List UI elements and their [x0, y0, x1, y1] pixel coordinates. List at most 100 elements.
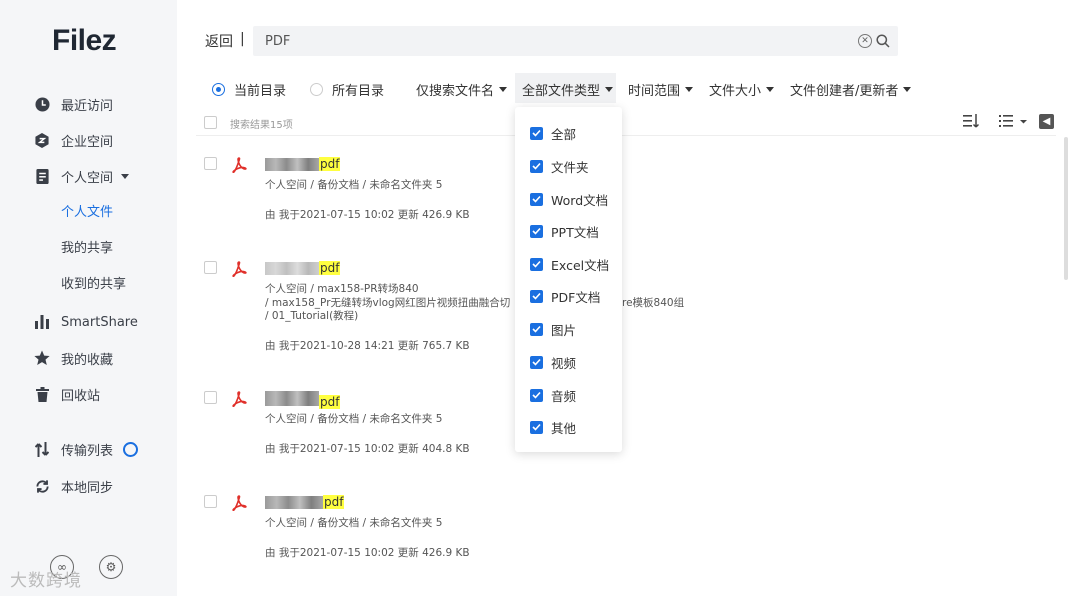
- file-path[interactable]: 个人空间 / 备份文档 / 未命名文件夹 5: [265, 412, 442, 426]
- file-type-option-audio[interactable]: 音频: [530, 387, 577, 404]
- file-path[interactable]: / max158_Pr无缝转场vlog网红图片视频扭曲融合切: [265, 296, 510, 310]
- checkbox-checked-icon: [530, 192, 543, 206]
- bar-chart-icon: [34, 314, 50, 330]
- radio-current-dir[interactable]: 当前目录: [212, 80, 287, 99]
- select-all-checkbox[interactable]: [204, 116, 217, 129]
- filter-label: 仅搜索文件名: [416, 83, 495, 99]
- sidebar-item-transfer[interactable]: 传输列表: [34, 437, 139, 461]
- file-path[interactable]: 个人空间 / 备份文档 / 未命名文件夹 5: [265, 178, 442, 192]
- sidebar-item-label: 回收站: [61, 388, 101, 404]
- file-path-tail[interactable]: re模板840组: [622, 296, 684, 310]
- file-name[interactable]: pdf: [265, 261, 341, 275]
- caret-down-icon: [685, 86, 694, 92]
- search-icon[interactable]: [876, 33, 890, 52]
- radio-label: 当前目录: [234, 83, 287, 99]
- list-divider: [196, 135, 1056, 136]
- radio-label: 所有目录: [332, 83, 385, 99]
- filter-label: 全部文件类型: [522, 83, 601, 99]
- checkbox-checked-icon: [530, 322, 543, 336]
- file-type-option-word[interactable]: Word文档: [530, 191, 609, 208]
- sidebar-item-label: SmartShare: [61, 314, 138, 330]
- sidebar-item-label: 最近访问: [61, 98, 114, 114]
- pdf-file-icon: [231, 261, 247, 278]
- sidebar-item-local-sync[interactable]: 本地同步: [34, 474, 113, 498]
- option-label: 音频: [551, 388, 577, 404]
- file-meta: 由 我于2021-10-28 14:21 更新 765.7 KB: [265, 340, 470, 352]
- caret-down-icon: [605, 86, 614, 92]
- checkbox-checked-icon: [530, 388, 543, 402]
- clock-icon: [34, 96, 50, 112]
- file-type-option-other[interactable]: 其他: [530, 419, 576, 436]
- file-type-option-pdf[interactable]: PDF文档: [530, 288, 600, 305]
- pdf-file-icon: [231, 495, 247, 512]
- row-checkbox[interactable]: [204, 495, 217, 508]
- caret-down-icon: [766, 86, 775, 92]
- radio-all-dirs[interactable]: 所有目录: [310, 80, 385, 99]
- list-scrollbar[interactable]: [1064, 137, 1068, 280]
- filter-file-type[interactable]: 全部文件类型: [522, 80, 614, 99]
- checkbox-checked-icon: [530, 126, 543, 140]
- option-label: 文件夹: [551, 159, 589, 175]
- file-type-option-video[interactable]: 视频: [530, 354, 577, 371]
- transfer-icon: [34, 441, 50, 457]
- file-name[interactable]: pdf: [265, 495, 345, 509]
- sidebar-subitem-personal-files[interactable]: 个人文件: [61, 201, 113, 225]
- search-input[interactable]: [265, 32, 845, 50]
- list-view-icon[interactable]: [999, 114, 1027, 132]
- file-path[interactable]: 个人空间 / 备份文档 / 未命名文件夹 5: [265, 516, 442, 530]
- enterprise-icon: [34, 132, 50, 148]
- checkbox-checked-icon: [530, 224, 543, 238]
- sidebar-item-smartshare[interactable]: SmartShare: [34, 310, 138, 334]
- option-label: Word文档: [551, 192, 609, 208]
- trash-icon: [34, 386, 50, 402]
- collapse-panel-icon[interactable]: ◀: [1039, 114, 1054, 129]
- file-meta: 由 我于2021-07-15 10:02 更新 426.9 KB: [265, 547, 470, 559]
- filter-creator[interactable]: 文件创建者/更新者: [790, 80, 912, 99]
- sidebar-item-enterprise[interactable]: 企业空间: [34, 128, 113, 152]
- sidebar-item-trash[interactable]: 回收站: [34, 382, 100, 406]
- file-type-option-excel[interactable]: Excel文档: [530, 256, 609, 273]
- file-type-option-ppt[interactable]: PPT文档: [530, 223, 599, 240]
- file-path[interactable]: 个人空间 / max158-PR转场840: [265, 282, 419, 296]
- back-separator: |: [240, 31, 245, 47]
- file-path[interactable]: / 01_Tutorial(教程): [265, 309, 358, 323]
- option-label: 视频: [551, 355, 577, 371]
- result-count: 搜索结果15项: [230, 120, 293, 131]
- back-button[interactable]: 返回: [205, 31, 233, 51]
- filter-time-range[interactable]: 时间范围: [628, 80, 694, 99]
- sidebar-subitem-received-shares[interactable]: 收到的共享: [61, 273, 126, 297]
- filter-name-only[interactable]: 仅搜索文件名: [416, 80, 508, 99]
- sidebar-item-recent[interactable]: 最近访问: [34, 92, 113, 116]
- search-bar: [253, 26, 898, 56]
- settings-icon[interactable]: ⚙: [99, 555, 123, 579]
- sidebar-item-personal[interactable]: 个人空间: [34, 164, 130, 188]
- sidebar-subitem-my-shares[interactable]: 我的共享: [61, 237, 113, 261]
- option-label: PPT文档: [551, 224, 599, 240]
- file-type-option-folder[interactable]: 文件夹: [530, 158, 589, 175]
- sidebar-item-favorites[interactable]: 我的收藏: [34, 346, 113, 370]
- filter-file-size[interactable]: 文件大小: [709, 80, 775, 99]
- file-name[interactable]: pdf: [265, 388, 341, 409]
- clear-search-icon[interactable]: ✕: [858, 34, 872, 48]
- file-ext-highlight: pdf: [319, 261, 341, 275]
- checkbox-checked-icon: [530, 289, 543, 303]
- file-type-option-all[interactable]: 全部: [530, 125, 577, 142]
- redacted-name: [265, 261, 319, 275]
- chevron-down-icon: [121, 173, 130, 179]
- option-label: 全部: [551, 126, 577, 142]
- sync-icon: [34, 478, 50, 494]
- file-type-option-image[interactable]: 图片: [530, 321, 576, 338]
- pdf-file-icon: [231, 157, 247, 174]
- row-checkbox[interactable]: [204, 157, 217, 170]
- redacted-name: [265, 495, 323, 509]
- row-checkbox[interactable]: [204, 261, 217, 274]
- row-checkbox[interactable]: [204, 391, 217, 404]
- file-name[interactable]: pdf: [265, 157, 341, 171]
- sort-icon[interactable]: [963, 114, 980, 132]
- checkbox-checked-icon: [530, 355, 543, 369]
- app-logo[interactable]: Filez: [52, 24, 117, 58]
- pdf-file-icon: [231, 391, 247, 408]
- sidebar-item-label: 个人空间: [61, 170, 114, 186]
- checkbox-checked-icon: [530, 257, 543, 271]
- sidebar-item-label: 传输列表: [61, 443, 114, 459]
